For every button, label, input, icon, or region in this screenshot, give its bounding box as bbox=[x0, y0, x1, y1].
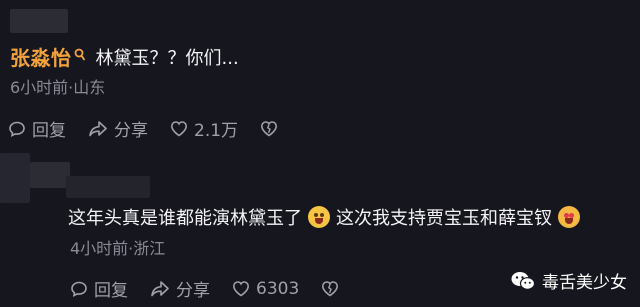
comment-meta: 6小时前·山东 bbox=[10, 78, 106, 97]
reply-label: 回复 bbox=[32, 121, 66, 141]
reply-button[interactable]: 回复 bbox=[70, 276, 128, 301]
watermark: 毒舌美少女 bbox=[510, 268, 627, 293]
share-label: 分享 bbox=[176, 281, 210, 301]
broken-heart-icon bbox=[261, 121, 278, 137]
username[interactable]: 张淼怡 bbox=[10, 42, 72, 71]
heart-icon bbox=[170, 121, 188, 137]
shocked-face-emoji bbox=[308, 206, 330, 228]
reply-label: 回复 bbox=[94, 281, 128, 301]
like-button[interactable]: 2.1万 bbox=[170, 116, 238, 141]
heart-icon bbox=[232, 281, 250, 297]
like-count: 6303 bbox=[256, 278, 300, 299]
heart-eyes-emoji bbox=[558, 206, 580, 228]
comment-1: 张淼怡 林黛玉？？你们... 6小时前·山东 回复 分享 2.1万 bbox=[0, 0, 640, 150]
comment-meta: 4小时前·浙江 bbox=[70, 239, 166, 258]
comment-actions: 回复 分享 6303 bbox=[70, 276, 345, 301]
wechat-icon bbox=[511, 271, 536, 290]
comment-text: 林黛玉？？你们... bbox=[95, 47, 239, 69]
share-button[interactable]: 分享 bbox=[150, 276, 210, 301]
share-icon bbox=[151, 280, 169, 296]
dislike-button[interactable] bbox=[260, 116, 284, 141]
broken-heart-icon bbox=[322, 281, 339, 297]
share-label: 分享 bbox=[114, 121, 148, 141]
reply-icon bbox=[9, 121, 25, 137]
share-icon bbox=[89, 120, 107, 136]
comment-actions: 回复 分享 2.1万 bbox=[8, 116, 284, 141]
share-button[interactable]: 分享 bbox=[88, 116, 148, 141]
reply-icon bbox=[71, 281, 87, 297]
like-count: 2.1万 bbox=[194, 121, 239, 141]
comment-text-part-1: 这年头真是谁都能演林黛玉了 bbox=[68, 208, 302, 229]
comment-text-part-2: 这次我支持贾宝玉和薛宝钗 bbox=[336, 208, 552, 229]
like-button[interactable]: 6303 bbox=[232, 276, 299, 301]
search-icon[interactable] bbox=[74, 47, 86, 66]
reply-button[interactable]: 回复 bbox=[8, 116, 66, 141]
comment-header: 张淼怡 林黛玉？？你们... bbox=[10, 42, 239, 71]
watermark-text: 毒舌美少女 bbox=[542, 273, 627, 293]
comment-text: 这年头真是谁都能演林黛玉了 这次我支持贾宝玉和薛宝钗 bbox=[68, 204, 586, 230]
dislike-button[interactable] bbox=[321, 276, 345, 301]
